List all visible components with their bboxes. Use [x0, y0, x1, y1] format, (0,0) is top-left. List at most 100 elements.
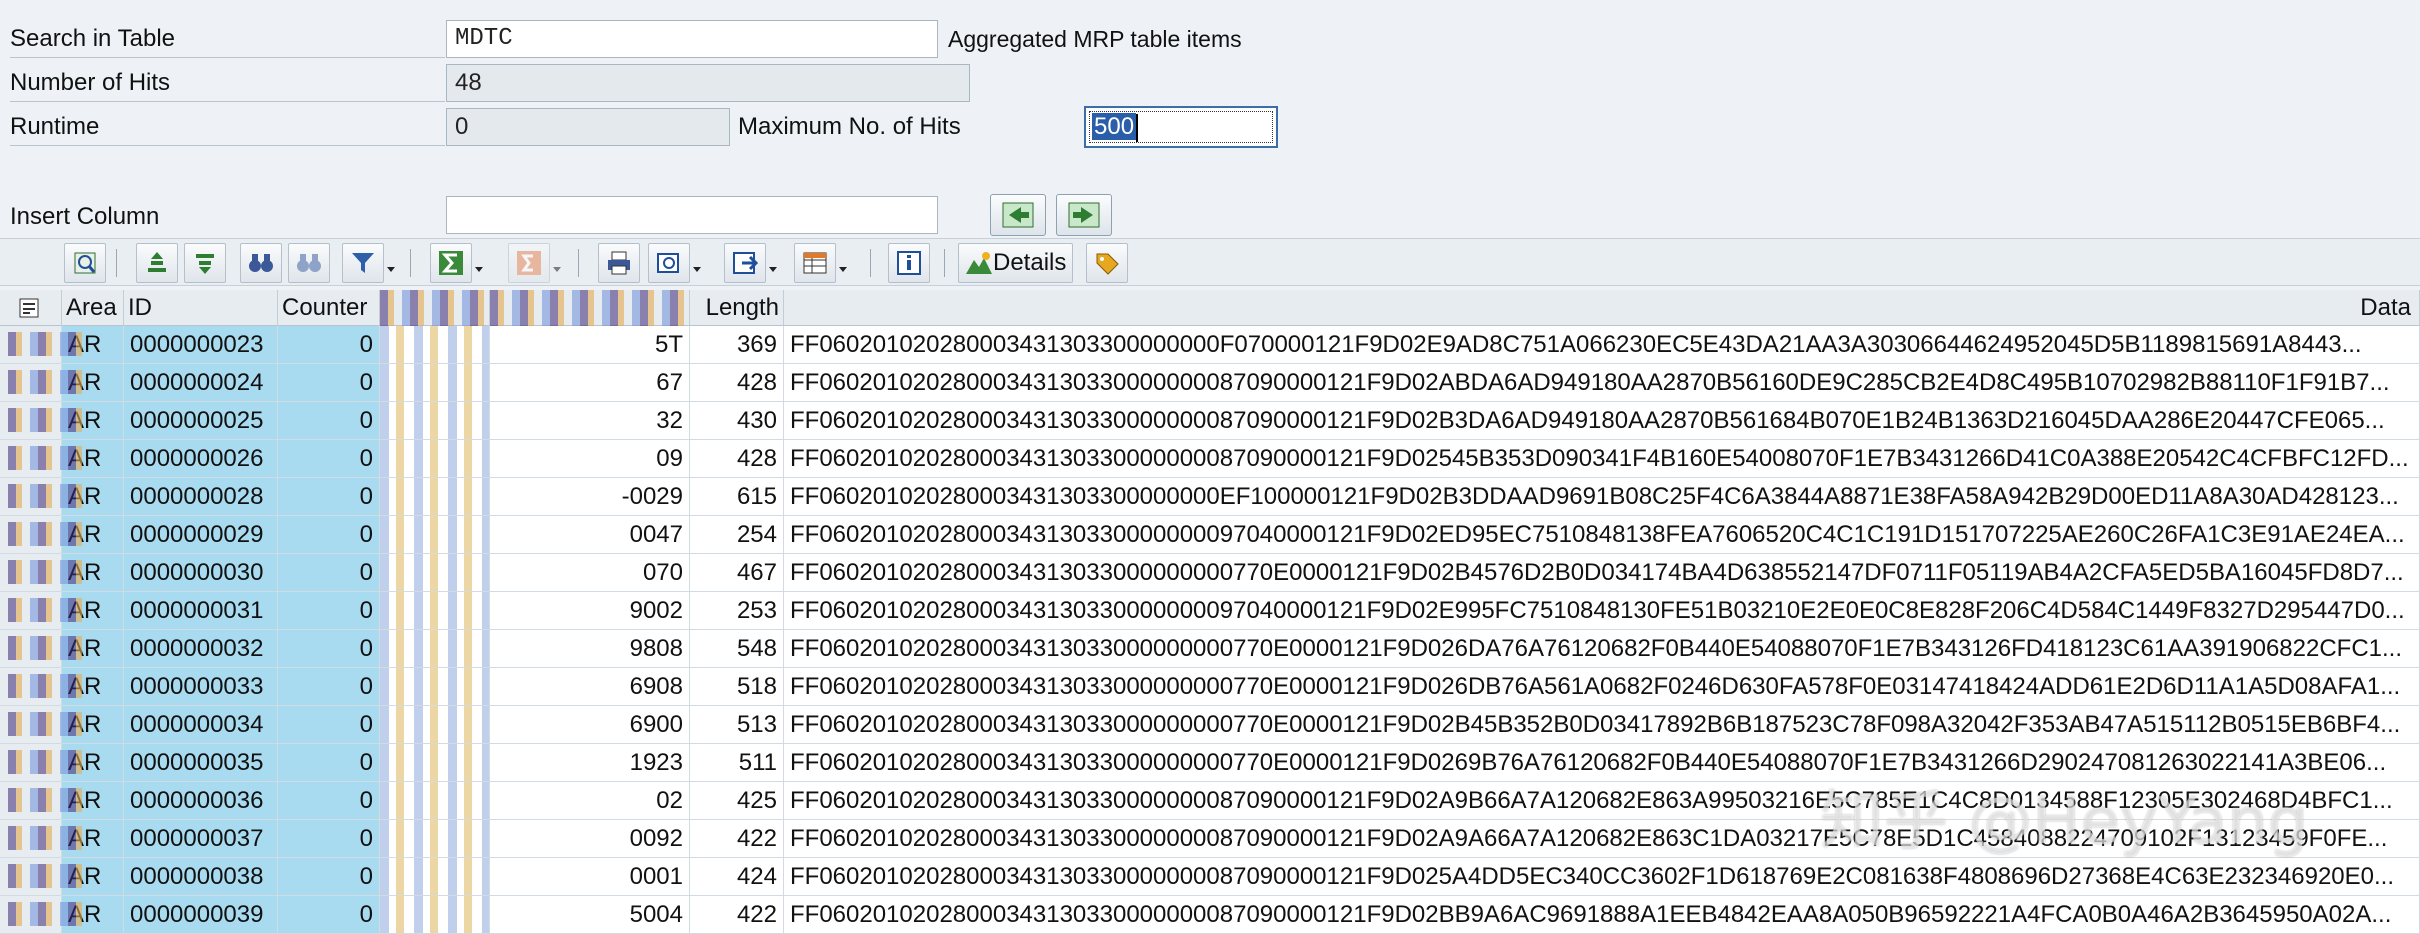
cell-id: 0000000028 — [124, 478, 278, 515]
sort-descending-icon — [196, 254, 214, 274]
insert-column-right-button[interactable] — [1056, 194, 1112, 236]
cell-counter: 0 — [278, 440, 380, 477]
cell-data: FF06020102028000343130330000000087090000… — [784, 364, 2420, 401]
table-row[interactable]: AR000000003700092422FF060201020280003431… — [0, 820, 2420, 858]
cell-id: 0000000035 — [124, 744, 278, 781]
cell-counter: 0 — [278, 402, 380, 439]
cell-redacted-1 — [380, 820, 490, 857]
table-row[interactable]: AR000000003800001424FF060201020280003431… — [0, 858, 2420, 896]
cell-length: 615 — [690, 478, 784, 515]
redacted-block — [8, 674, 88, 698]
insert-column-left-button[interactable] — [990, 194, 1046, 236]
table-row[interactable]: AR000000003406900513FF060201020280003431… — [0, 706, 2420, 744]
cell-length: 428 — [690, 364, 784, 401]
table-row[interactable]: AR000000003905004422FF060201020280003431… — [0, 896, 2420, 934]
tag-button[interactable] — [1086, 243, 1128, 283]
cell-data: FF0602010202800034313033000000000770E000… — [784, 668, 2420, 705]
details-view-button[interactable] — [64, 243, 106, 283]
cell-redacted-1 — [380, 554, 490, 591]
details-button[interactable]: Details — [958, 243, 1074, 283]
binoculars-next-icon — [297, 254, 321, 272]
cell-length: 253 — [690, 592, 784, 629]
table-row[interactable]: AR000000002900047254FF060201020280003431… — [0, 516, 2420, 554]
insert-column-field[interactable] — [446, 196, 938, 234]
sum-sigma-icon — [439, 251, 463, 275]
cell-id: 0000000026 — [124, 440, 278, 477]
total-button[interactable] — [430, 243, 483, 283]
table-row[interactable]: AR000000002305T369FF06020102028000343130… — [0, 326, 2420, 364]
cell-length: 369 — [690, 326, 784, 363]
redacted-block — [8, 598, 88, 622]
find-button[interactable] — [240, 243, 282, 283]
table-row[interactable]: AR000000003501923511FF060201020280003431… — [0, 744, 2420, 782]
table-row[interactable]: AR00000000300070467FF0602010202800034313… — [0, 554, 2420, 592]
find-next-button[interactable] — [288, 243, 330, 283]
table-row[interactable]: AR000000003209808548FF060201020280003431… — [0, 630, 2420, 668]
table-row[interactable]: AR0000000025032430FF06020102028000343130… — [0, 402, 2420, 440]
sort-ascending-button[interactable] — [136, 243, 178, 283]
header-redacted-1[interactable] — [380, 290, 490, 326]
redacted-block — [8, 370, 88, 394]
toolbar-separator — [410, 249, 411, 277]
number-of-hits-label: Number of Hits — [10, 64, 445, 102]
cell-redacted-2: 5004 — [490, 896, 690, 933]
cell-counter: 0 — [278, 668, 380, 705]
select-all-button[interactable] — [0, 290, 62, 326]
cell-data: FF06020102028000343130330000000087090000… — [784, 440, 2420, 477]
cell-counter: 0 — [278, 782, 380, 819]
redacted-block — [8, 712, 88, 736]
redacted-block — [8, 636, 88, 660]
header-area[interactable]: Area — [62, 290, 124, 326]
export-button[interactable] — [724, 243, 777, 283]
cell-redacted-1 — [380, 478, 490, 515]
header-counter[interactable]: Counter — [278, 290, 380, 326]
cell-id: 0000000023 — [124, 326, 278, 363]
search-table-field[interactable]: MDTC — [446, 20, 938, 58]
cell-id: 0000000033 — [124, 668, 278, 705]
table-row[interactable]: AR0000000036002425FF06020102028000343130… — [0, 782, 2420, 820]
cell-redacted-2: 6900 — [490, 706, 690, 743]
cell-data: FF060201020280003431303300000000EF100000… — [784, 478, 2420, 515]
table-row[interactable]: AR000000003306908518FF060201020280003431… — [0, 668, 2420, 706]
cell-id: 0000000029 — [124, 516, 278, 553]
info-icon — [897, 251, 921, 275]
table-row[interactable]: AR0000000024067428FF06020102028000343130… — [0, 364, 2420, 402]
table-header-row: Area ID Counter Length Data — [0, 290, 2420, 326]
redacted-block — [8, 522, 88, 546]
move-right-icon — [1068, 202, 1100, 228]
toolbar-separator — [944, 249, 945, 277]
max-hits-input[interactable]: 500 — [1084, 106, 1278, 148]
redacted-block — [8, 864, 88, 888]
number-of-hits-field: 48 — [446, 64, 970, 102]
table-row[interactable]: AR00000000280-0029615FF06020102028000343… — [0, 478, 2420, 516]
cell-counter: 0 — [278, 820, 380, 857]
subtotal-button[interactable] — [508, 243, 561, 283]
cell-data: FF0602010202800034313033000000000770E000… — [784, 706, 2420, 743]
cell-id: 0000000034 — [124, 706, 278, 743]
layout-grid-icon — [803, 252, 827, 274]
sort-descending-button[interactable] — [184, 243, 226, 283]
information-button[interactable] — [888, 243, 930, 283]
header-data[interactable]: Data — [784, 290, 2420, 326]
print-button[interactable] — [598, 243, 640, 283]
cell-counter: 0 — [278, 858, 380, 895]
cell-counter: 0 — [278, 478, 380, 515]
cell-redacted-2: 0092 — [490, 820, 690, 857]
runtime-field: 0 — [446, 108, 730, 146]
selection-form: Search in Table MDTC Aggregated MRP tabl… — [0, 0, 2420, 236]
subtotal-icon — [517, 251, 541, 275]
table-row[interactable]: AR000000003109002253FF060201020280003431… — [0, 592, 2420, 630]
cell-redacted-2: 0047 — [490, 516, 690, 553]
cell-redacted-2: 070 — [490, 554, 690, 591]
header-redacted-2[interactable] — [490, 290, 690, 326]
cell-id: 0000000031 — [124, 592, 278, 629]
cell-id: 0000000037 — [124, 820, 278, 857]
views-button[interactable] — [648, 243, 701, 283]
header-id[interactable]: ID — [124, 290, 278, 326]
filter-button[interactable] — [342, 243, 395, 283]
layout-button[interactable] — [794, 243, 847, 283]
cell-redacted-2: 0001 — [490, 858, 690, 895]
header-length[interactable]: Length — [690, 290, 784, 326]
redacted-block — [8, 446, 88, 470]
table-row[interactable]: AR0000000026009428FF06020102028000343130… — [0, 440, 2420, 478]
